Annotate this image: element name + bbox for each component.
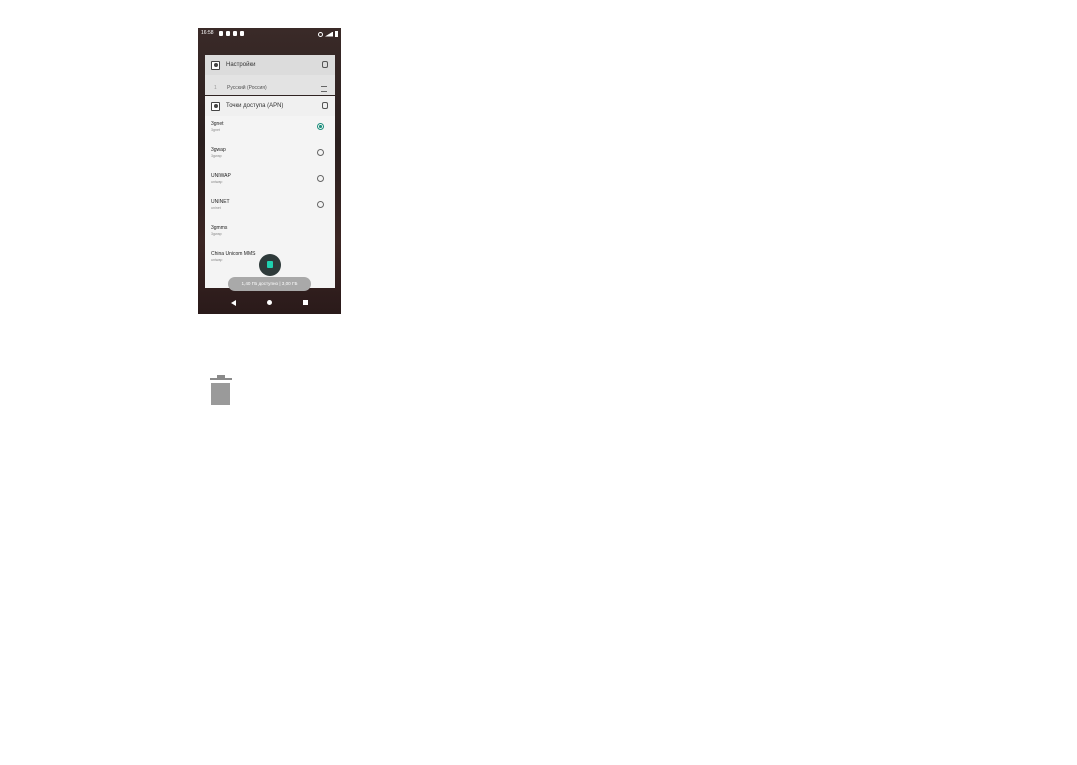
phone-screen: 16:58 Настройки 1 Русский (Россия) Точки — [198, 28, 341, 314]
navigation-bar — [198, 292, 341, 314]
recent-card-settings[interactable]: Настройки 1 Русский (Россия) — [205, 55, 335, 95]
radio-icon[interactable] — [317, 149, 324, 156]
radio-icon[interactable] — [317, 201, 324, 208]
apn-row[interactable]: UNINET uninet — [205, 194, 335, 220]
apn-name: 3gwap — [211, 147, 226, 153]
notification-icon — [219, 31, 223, 36]
notification-icon — [226, 31, 230, 36]
card-title: Точки доступа (APN) — [226, 103, 284, 109]
card-header: Точки доступа (APN) — [205, 96, 335, 116]
apn-subtitle: uninet — [211, 206, 221, 210]
apn-subtitle: 3gnet — [211, 128, 220, 132]
list-item: 1 Русский (Россия) — [205, 83, 335, 93]
notification-icons — [219, 31, 244, 36]
system-icons — [318, 31, 338, 37]
signal-icon — [325, 31, 333, 37]
clear-all-button[interactable] — [259, 254, 281, 276]
apn-list: 3gnet 3gnet 3gwap 3gwap UNIWAP uniwap UN… — [205, 116, 335, 272]
status-time: 16:58 — [201, 30, 214, 36]
drag-handle-icon — [321, 86, 327, 92]
apn-subtitle: 3gwap — [211, 232, 222, 236]
home-icon[interactable] — [267, 300, 272, 305]
settings-app-icon — [211, 101, 220, 111]
notification-icon — [233, 31, 237, 36]
status-bar: 16:58 — [198, 28, 341, 39]
lock-icon[interactable] — [322, 61, 328, 68]
lock-icon[interactable] — [322, 102, 328, 109]
radio-icon[interactable] — [317, 175, 324, 182]
battery-icon — [335, 31, 338, 37]
language-label: Русский (Россия) — [227, 85, 267, 91]
recents-icon[interactable] — [303, 300, 308, 305]
settings-app-icon — [211, 60, 220, 70]
back-icon[interactable] — [231, 300, 236, 306]
memory-status: 1,40 ГБ доступно | 3,00 ГБ — [228, 277, 311, 291]
apn-row[interactable]: 3gnet 3gnet — [205, 116, 335, 142]
notification-icon — [240, 31, 244, 36]
apn-subtitle: uniwap — [211, 258, 223, 262]
apn-name: UNIWAP — [211, 173, 231, 179]
radio-selected-icon[interactable] — [317, 123, 324, 130]
apn-name: China Unicom MMS — [211, 251, 256, 257]
apn-row[interactable]: 3gwap 3gwap — [205, 142, 335, 168]
apn-subtitle: uniwap — [211, 180, 223, 184]
apn-subtitle: 3gwap — [211, 154, 222, 158]
card-header: Настройки — [205, 55, 335, 75]
row-number: 1 — [214, 85, 217, 91]
mute-icon — [318, 31, 323, 37]
apn-name: UNINET — [211, 199, 230, 205]
apn-row[interactable]: 3gmms 3gwap — [205, 220, 335, 246]
trash-icon — [207, 375, 234, 407]
trash-icon-body — [211, 383, 230, 405]
trash-icon-lid — [210, 378, 232, 380]
apn-row[interactable]: UNIWAP uniwap — [205, 168, 335, 194]
card-title: Настройки — [226, 62, 256, 68]
trash-icon — [267, 261, 273, 268]
apn-name: 3gmms — [211, 225, 228, 231]
apn-name: 3gnet — [211, 121, 224, 127]
